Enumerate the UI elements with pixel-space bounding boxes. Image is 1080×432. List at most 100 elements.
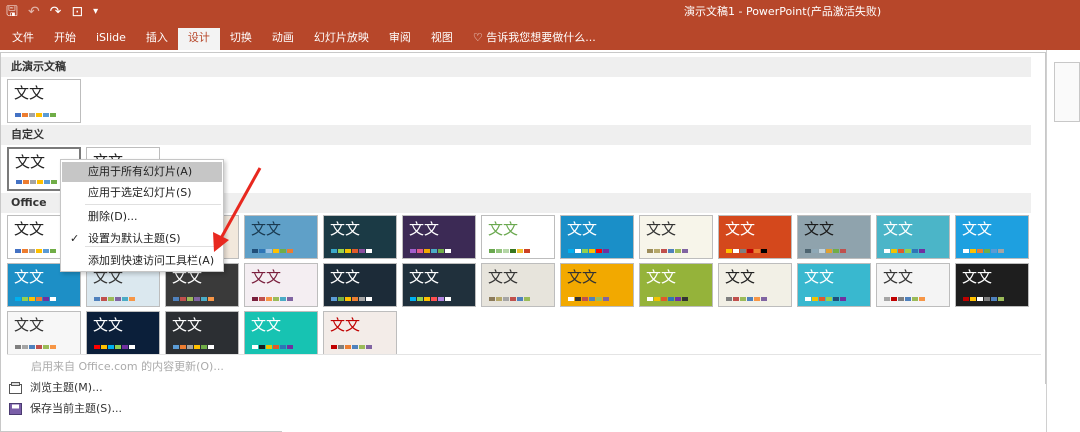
- theme-thumbnail[interactable]: 文文: [955, 215, 1029, 259]
- theme-thumbnail[interactable]: 文文: [7, 79, 81, 123]
- theme-thumbnail-text: 文文: [883, 268, 914, 286]
- tab-1[interactable]: 开始: [44, 28, 86, 50]
- theme-thumbnail[interactable]: 文文: [165, 311, 239, 355]
- theme-thumbnail-text: 文文: [409, 220, 440, 238]
- context-menu-item-label: 删除(D)...: [88, 210, 138, 223]
- browse-themes-link[interactable]: 浏览主题(M)...: [9, 379, 103, 397]
- theme-thumbnail[interactable]: 文文: [481, 263, 555, 307]
- section-custom: 自定义: [1, 125, 1031, 145]
- context-menu-item-label: 设置为默认主题(S): [88, 232, 181, 245]
- color-swatches: [252, 345, 293, 349]
- tab-5[interactable]: 切换: [220, 28, 262, 50]
- color-swatches: [15, 249, 56, 253]
- theme-thumbnail[interactable]: 文文: [323, 263, 397, 307]
- context-menu-item-2[interactable]: 删除(D)...: [62, 207, 222, 227]
- browse-folder-icon: [9, 382, 22, 394]
- theme-thumbnail[interactable]: 文文: [244, 311, 318, 355]
- color-swatches: [331, 345, 372, 349]
- theme-thumbnail-text: 文文: [883, 220, 914, 238]
- checkmark-icon: ✓: [70, 232, 80, 245]
- theme-thumbnail-text: 文文: [725, 268, 756, 286]
- theme-thumbnail-text: 文文: [567, 268, 598, 286]
- theme-thumbnail[interactable]: 文文: [955, 263, 1029, 307]
- theme-thumbnail-text: 文文: [725, 220, 756, 238]
- section-this-presentation: 此演示文稿: [1, 57, 1031, 77]
- color-swatches: [568, 249, 609, 253]
- undo-icon[interactable]: ↶: [28, 2, 40, 22]
- color-swatches: [963, 249, 1004, 253]
- theme-thumbnail-text: 文文: [409, 268, 440, 286]
- color-swatches: [173, 297, 214, 301]
- theme-thumbnail[interactable]: 文文: [876, 263, 950, 307]
- color-swatches: [726, 249, 767, 253]
- theme-thumbnail[interactable]: 文文: [7, 311, 81, 355]
- theme-thumbnail-text: 文文: [14, 220, 45, 238]
- color-swatches: [884, 249, 925, 253]
- save-theme-icon: [9, 403, 22, 415]
- theme-thumbnail-text: 文文: [804, 220, 835, 238]
- theme-thumbnail[interactable]: 文文: [481, 215, 555, 259]
- theme-thumbnail[interactable]: 文文: [244, 215, 318, 259]
- theme-thumbnail[interactable]: 文文: [639, 215, 713, 259]
- tell-me-text: 告诉我您想要做什么...: [486, 31, 596, 44]
- theme-thumbnail[interactable]: 文文: [718, 215, 792, 259]
- start-from-beginning-icon[interactable]: ⊡: [71, 2, 83, 22]
- save-theme-label: 保存当前主题(S)...: [30, 402, 123, 415]
- context-menu-item-label: 应用于所有幻灯片(A): [88, 165, 193, 178]
- theme-thumbnail-text: 文文: [646, 220, 677, 238]
- theme-thumbnail[interactable]: 文文: [244, 263, 318, 307]
- color-swatches: [94, 345, 135, 349]
- theme-thumbnail[interactable]: 文文: [323, 215, 397, 259]
- color-swatches: [963, 297, 1004, 301]
- theme-thumbnail-text: 文文: [172, 316, 203, 334]
- ribbon-tab-bar: 文件 开始 iSlide 插入 设计 切换 动画 幻灯片放映 审阅 视图 ♡ 告诉我您想要做什么.…: [0, 24, 1080, 50]
- save-icon[interactable]: 🖫: [6, 2, 18, 22]
- context-menu-item-1[interactable]: 应用于选定幻灯片(S): [62, 183, 222, 203]
- browse-themes-label: 浏览主题(M)...: [30, 381, 103, 394]
- save-theme-link[interactable]: 保存当前主题(S)...: [9, 400, 122, 418]
- tab-8[interactable]: 审阅: [379, 28, 421, 50]
- theme-thumbnail[interactable]: 文文: [797, 215, 871, 259]
- color-swatches: [805, 297, 846, 301]
- tell-me-box[interactable]: ♡ 告诉我您想要做什么...: [463, 28, 596, 50]
- theme-thumbnail[interactable]: 文文: [876, 215, 950, 259]
- theme-thumbnail-text: 文文: [15, 153, 46, 171]
- theme-thumbnail[interactable]: 文文: [323, 311, 397, 355]
- theme-thumbnail-text: 文文: [251, 268, 282, 286]
- theme-thumbnail-text: 文文: [488, 268, 519, 286]
- theme-thumbnail-text: 文文: [804, 268, 835, 286]
- tab-4[interactable]: 设计: [177, 28, 220, 50]
- theme-thumbnail-text: 文文: [251, 316, 282, 334]
- context-menu-item-0[interactable]: 应用于所有幻灯片(A): [62, 162, 222, 182]
- theme-thumbnail[interactable]: 文文: [560, 215, 634, 259]
- context-menu-item-4[interactable]: 添加到快速访问工具栏(A): [62, 251, 222, 271]
- theme-thumbnail-text: 文文: [488, 220, 519, 238]
- color-swatches: [805, 249, 846, 253]
- theme-thumbnail[interactable]: 文文: [797, 263, 871, 307]
- quick-access-toolbar: 🖫 ↶ ↷ ⊡ ▾: [6, 2, 98, 22]
- color-swatches: [252, 297, 293, 301]
- tab-7[interactable]: 幻灯片放映: [304, 28, 379, 50]
- redo-icon[interactable]: ↷: [50, 2, 62, 22]
- theme-thumbnail[interactable]: 文文: [639, 263, 713, 307]
- theme-thumbnail-text: 文文: [14, 84, 45, 102]
- theme-thumbnail-text: 文文: [962, 268, 993, 286]
- context-menu-separator: [85, 204, 221, 205]
- theme-thumbnail[interactable]: 文文: [402, 215, 476, 259]
- gallery-footer-divider: [7, 354, 1041, 355]
- color-swatches: [647, 249, 688, 253]
- theme-thumbnail[interactable]: 文文: [560, 263, 634, 307]
- theme-thumbnail-text: 文文: [330, 220, 361, 238]
- tab-2[interactable]: iSlide: [86, 28, 136, 50]
- customize-qat-icon[interactable]: ▾: [93, 2, 98, 22]
- theme-thumbnail[interactable]: 文文: [86, 311, 160, 355]
- color-swatches: [647, 297, 688, 301]
- context-menu-separator: [85, 246, 221, 247]
- tab-3[interactable]: 插入: [136, 28, 178, 50]
- tab-6[interactable]: 动画: [262, 28, 304, 50]
- tab-0[interactable]: 文件: [2, 28, 44, 50]
- theme-thumbnail[interactable]: 文文: [718, 263, 792, 307]
- slide-thumbnail[interactable]: [1054, 62, 1080, 122]
- tab-9[interactable]: 视图: [421, 28, 463, 50]
- theme-thumbnail[interactable]: 文文: [402, 263, 476, 307]
